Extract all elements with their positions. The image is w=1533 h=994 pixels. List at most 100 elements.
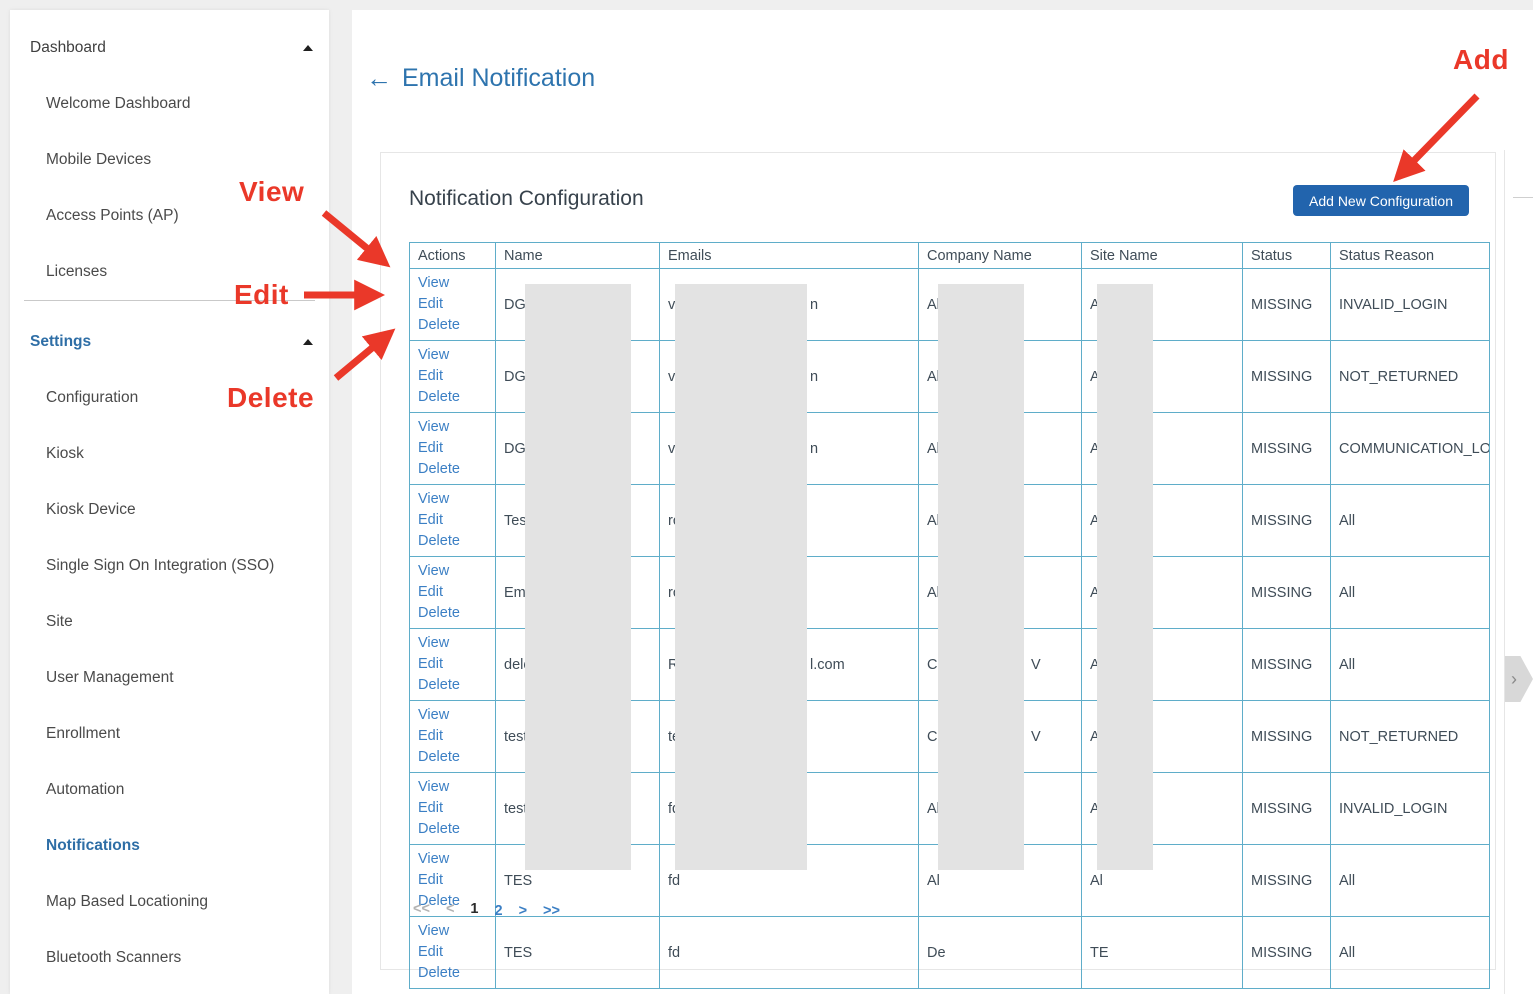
redaction-overlay-emails <box>675 284 807 870</box>
site-text: Al <box>1090 873 1103 889</box>
status-reason-text: All <box>1339 513 1355 529</box>
page-next[interactable]: > <box>519 901 527 922</box>
view-link[interactable]: View <box>418 849 487 870</box>
view-link[interactable]: View <box>418 561 487 582</box>
actions-cell: ViewEditDelete <box>410 773 496 845</box>
emails-text-suffix: l.com <box>810 657 845 673</box>
sidebar-item-kiosk-device[interactable]: Kiosk Device <box>10 482 329 538</box>
edit-link[interactable]: Edit <box>418 798 487 819</box>
sidebar: Dashboard Welcome DashboardMobile Device… <box>10 10 329 994</box>
status-reason-cell: All <box>1331 917 1490 989</box>
edit-link[interactable]: Edit <box>418 942 487 963</box>
delete-link[interactable]: Delete <box>418 387 487 408</box>
delete-link[interactable]: Delete <box>418 747 487 768</box>
redaction-overlay-company <box>938 284 1024 870</box>
emails-text-suffix: n <box>810 369 818 385</box>
status-text: MISSING <box>1251 801 1312 817</box>
delete-link[interactable]: Delete <box>418 531 487 552</box>
sidebar-item-licenses[interactable]: Licenses <box>10 244 329 300</box>
view-link[interactable]: View <box>418 777 487 798</box>
page-2[interactable]: 2 <box>494 901 502 922</box>
column-header: Emails <box>660 243 919 269</box>
view-link[interactable]: View <box>418 633 487 654</box>
view-link[interactable]: View <box>418 273 487 294</box>
redaction-overlay-name <box>525 284 631 870</box>
status-cell: MISSING <box>1243 485 1331 557</box>
scroll-right-button[interactable]: › <box>1505 656 1533 702</box>
sidebar-item-kiosk[interactable]: Kiosk <box>10 426 329 482</box>
edit-link[interactable]: Edit <box>418 582 487 603</box>
status-reason-text: NOT_RETURNED <box>1339 729 1458 745</box>
edit-link[interactable]: Edit <box>418 654 487 675</box>
status-reason-text: All <box>1339 945 1355 961</box>
status-reason-cell: All <box>1331 629 1490 701</box>
status-text: MISSING <box>1251 945 1312 961</box>
edit-link[interactable]: Edit <box>418 726 487 747</box>
actions-cell: ViewEditDelete <box>410 341 496 413</box>
add-new-configuration-button[interactable]: Add New Configuration <box>1293 185 1469 216</box>
delete-link[interactable]: Delete <box>418 963 487 984</box>
back-arrow-icon[interactable]: ← <box>366 63 392 94</box>
sidebar-item-single-sign-on-integration-sso[interactable]: Single Sign On Integration (SSO) <box>10 538 329 594</box>
edit-link[interactable]: Edit <box>418 510 487 531</box>
pagination: <<<12>>> <box>413 901 560 922</box>
actions-cell: ViewEditDelete <box>410 269 496 341</box>
company-cell: De <box>919 917 1082 989</box>
edit-link[interactable]: Edit <box>418 438 487 459</box>
status-reason-text: COMMUNICATION_LOST <box>1339 441 1490 457</box>
status-text: MISSING <box>1251 585 1312 601</box>
company-text: Al <box>927 873 940 889</box>
delete-link[interactable]: Delete <box>418 459 487 480</box>
sidebar-item-configuration[interactable]: Configuration <box>10 370 329 426</box>
sidebar-item-mobile-devices[interactable]: Mobile Devices <box>10 132 329 188</box>
edit-link[interactable]: Edit <box>418 870 487 891</box>
status-reason-text: INVALID_LOGIN <box>1339 801 1448 817</box>
table-row: ViewEditDeleteTESfdDeTEMISSINGAll <box>410 917 1490 989</box>
sidebar-item-enrollment[interactable]: Enrollment <box>10 706 329 762</box>
delete-link[interactable]: Delete <box>418 315 487 336</box>
status-reason-cell: INVALID_LOGIN <box>1331 773 1490 845</box>
sidebar-item-welcome-dashboard[interactable]: Welcome Dashboard <box>10 76 329 132</box>
view-link[interactable]: View <box>418 921 487 942</box>
view-link[interactable]: View <box>418 705 487 726</box>
edit-link[interactable]: Edit <box>418 366 487 387</box>
sidebar-item-site[interactable]: Site <box>10 594 329 650</box>
delete-link[interactable]: Delete <box>418 819 487 840</box>
sidebar-item-notifications[interactable]: Notifications <box>10 818 329 874</box>
name-text: test <box>504 801 527 817</box>
sidebar-divider <box>24 300 315 314</box>
delete-link[interactable]: Delete <box>418 603 487 624</box>
sidebar-item-automation[interactable]: Automation <box>10 762 329 818</box>
chevron-right-icon: › <box>1511 669 1517 689</box>
edit-link[interactable]: Edit <box>418 294 487 315</box>
page-title: ← Email Notification <box>366 63 595 94</box>
status-cell: MISSING <box>1243 413 1331 485</box>
sidebar-item-access-points-ap[interactable]: Access Points (AP) <box>10 188 329 244</box>
chevron-up-icon[interactable] <box>303 339 313 345</box>
actions-cell: ViewEditDelete <box>410 629 496 701</box>
status-text: MISSING <box>1251 729 1312 745</box>
sidebar-item-map-based-locationing[interactable]: Map Based Locationing <box>10 874 329 930</box>
page-1[interactable]: 1 <box>470 901 478 922</box>
status-text: MISSING <box>1251 513 1312 529</box>
sidebar-item-user-management[interactable]: User Management <box>10 650 329 706</box>
view-link[interactable]: View <box>418 489 487 510</box>
status-text: MISSING <box>1251 297 1312 313</box>
emails-text: fd <box>668 873 680 889</box>
sidebar-section-dashboard[interactable]: Dashboard <box>10 20 329 76</box>
sidebar-item-bluetooth-scanners[interactable]: Bluetooth Scanners <box>10 930 329 986</box>
name-text: test <box>504 729 527 745</box>
delete-link[interactable]: Delete <box>418 675 487 696</box>
chevron-up-icon[interactable] <box>303 45 313 51</box>
sidebar-section-settings[interactable]: Settings <box>10 314 329 370</box>
view-link[interactable]: View <box>418 417 487 438</box>
name-text: TES <box>504 873 532 889</box>
page-last[interactable]: >> <box>543 901 560 922</box>
panel-divider <box>1504 150 1505 994</box>
column-header: Company Name <box>919 243 1082 269</box>
company-text: De <box>927 945 946 961</box>
status-reason-text: All <box>1339 657 1355 673</box>
actions-cell: ViewEditDelete <box>410 413 496 485</box>
view-link[interactable]: View <box>418 345 487 366</box>
company-text-suffix: V <box>1031 729 1041 745</box>
